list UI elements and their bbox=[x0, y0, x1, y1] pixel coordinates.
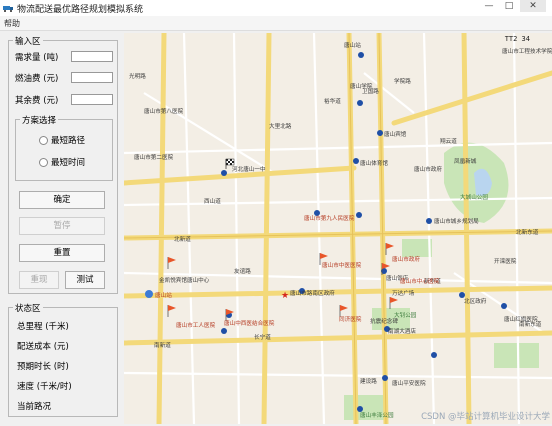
road-label: 长宁道 bbox=[254, 333, 271, 341]
place-label: 唐山市第八医院 bbox=[144, 107, 184, 115]
menu-help[interactable]: 帮助 bbox=[4, 18, 20, 29]
place-label: 抗震纪念碑 bbox=[370, 317, 398, 325]
road-label: 裕华道 bbox=[324, 97, 341, 105]
place-label: 唐山市工程技术学院 bbox=[502, 47, 552, 55]
place-label: 唐山市第九人民医院 bbox=[304, 214, 355, 222]
input-panel-title: 输入区 bbox=[13, 35, 43, 47]
road-label: 光明路 bbox=[129, 72, 146, 80]
road-label: 翔云道 bbox=[440, 137, 457, 145]
place-label: 北区政府 bbox=[464, 297, 487, 305]
map-pin[interactable] bbox=[357, 406, 363, 412]
road-label: 西山道 bbox=[204, 197, 221, 205]
map-pin[interactable] bbox=[221, 328, 227, 334]
menu-bar: 帮助 bbox=[0, 16, 552, 31]
scheme-title: 方案选择 bbox=[20, 114, 59, 126]
demand-label: 需求量 (吨) bbox=[15, 53, 59, 63]
place-label: 唐山中西医结合医院 bbox=[224, 319, 275, 327]
status-panel-title: 状态区 bbox=[13, 302, 43, 314]
map-pin[interactable] bbox=[426, 218, 432, 224]
place-label: 唐山市城乡规划局 bbox=[434, 217, 479, 225]
other-cost-label: 其余费 (元) bbox=[15, 96, 59, 106]
place-label: 唐山体育馆 bbox=[360, 159, 388, 167]
fuel-cost-input[interactable] bbox=[71, 72, 113, 83]
city-map[interactable]: 北新道 光明路 友谊路 大里北路 建设路 卫国路 西山道 南新道 新华道 长宁道… bbox=[124, 33, 552, 424]
replay-button[interactable]: 重现 bbox=[19, 271, 59, 289]
place-label: 同济医院 bbox=[339, 315, 362, 323]
place-label: 唐山市政府 bbox=[392, 255, 420, 263]
other-cost-input[interactable] bbox=[71, 94, 113, 105]
watermark: CSDN @毕站计算机毕业设计大学 bbox=[421, 412, 550, 422]
place-label: 唐山平安医院 bbox=[392, 379, 426, 387]
map-pin[interactable] bbox=[377, 130, 383, 136]
place-label: 唐山市中心医院 bbox=[400, 277, 440, 285]
confirm-button[interactable]: 确定 bbox=[19, 191, 105, 209]
place-label: 大钊公园 bbox=[394, 311, 417, 319]
scheme-group: 方案选择 最短路径 最短时间 bbox=[15, 114, 113, 181]
shortest-time-label: 最短时间 bbox=[51, 158, 86, 168]
park-area-5 bbox=[494, 343, 539, 368]
map-pin[interactable] bbox=[221, 170, 227, 176]
place-label: 唐山市中医医院 bbox=[322, 261, 362, 269]
shortest-time-radio[interactable] bbox=[39, 158, 48, 167]
road-label: 北新东道 bbox=[516, 228, 539, 236]
place-label: 唐山站 bbox=[344, 41, 361, 49]
status-traffic: 当前路况 bbox=[17, 402, 52, 412]
place-label: 唐山宾馆 bbox=[384, 130, 407, 138]
place-label: 唐山市工人医院 bbox=[176, 321, 216, 329]
reset-button[interactable]: 重置 bbox=[19, 244, 105, 262]
status-mileage: 总里程 (千米) bbox=[17, 322, 69, 332]
place-label: 唐山市政府 bbox=[414, 165, 442, 173]
place-label: 唐山丰泽公园 bbox=[360, 411, 394, 419]
place-label: 唐山红旗医院 bbox=[504, 315, 538, 323]
minimize-button[interactable]: — bbox=[480, 0, 498, 12]
status-duration: 预期时长 (时) bbox=[17, 362, 69, 372]
maximize-button[interactable]: □ bbox=[500, 0, 518, 12]
place-label: 唐山市第二医院 bbox=[134, 153, 174, 161]
test-button[interactable]: 测试 bbox=[65, 271, 105, 289]
place-label: 凤凰新城 bbox=[454, 157, 477, 165]
place-label: 唐山站 bbox=[155, 291, 172, 299]
shortest-path-label: 最短路径 bbox=[51, 136, 86, 146]
map-pin[interactable] bbox=[356, 212, 362, 218]
input-panel: 输入区 需求量 (吨) 燃油费 (元) 其余费 (元) 方案选择 最短路径 最短… bbox=[8, 35, 118, 294]
map-pin[interactable] bbox=[353, 158, 359, 164]
map-pin[interactable] bbox=[358, 52, 364, 58]
park-area-2 bbox=[402, 239, 432, 257]
place-label: 开滦医院 bbox=[494, 257, 517, 265]
road-label: 学院路 bbox=[394, 77, 411, 85]
station-icon[interactable] bbox=[145, 290, 153, 298]
status-speed: 速度 (千米/时) bbox=[17, 382, 72, 392]
place-label: 金凯悦宾馆唐山中心 bbox=[159, 276, 210, 284]
map-pin[interactable] bbox=[357, 100, 363, 106]
map-canvas: 北新道 光明路 友谊路 大里北路 建设路 卫国路 西山道 南新道 新华道 长宁道… bbox=[124, 33, 552, 424]
fuel-cost-label: 燃油费 (元) bbox=[15, 74, 59, 84]
star-icon: ★ bbox=[281, 291, 289, 301]
road-label: 大里北路 bbox=[269, 122, 292, 130]
map-zoom-readout: TT2 34 bbox=[504, 35, 530, 43]
map-pin[interactable] bbox=[431, 352, 437, 358]
pause-button[interactable]: 暂停 bbox=[19, 217, 105, 235]
app-icon bbox=[3, 6, 13, 12]
demand-input[interactable] bbox=[71, 51, 113, 62]
road-label: 友谊路 bbox=[234, 267, 251, 275]
window-title: 物流配送最优路径规划模拟系统 bbox=[17, 5, 144, 15]
road-label: 北新道 bbox=[174, 235, 191, 243]
status-cost: 配送成本 (元) bbox=[17, 342, 69, 352]
map-pin[interactable] bbox=[382, 375, 388, 381]
status-panel: 状态区 总里程 (千米) 配送成本 (元) 预期时长 (时) 速度 (千米/时)… bbox=[8, 302, 118, 417]
map-pin[interactable] bbox=[459, 292, 465, 298]
map-pin[interactable] bbox=[501, 303, 507, 309]
shortest-path-radio[interactable] bbox=[39, 136, 48, 145]
place-label: 唐山学院 bbox=[350, 82, 373, 90]
road-label: 建设路 bbox=[360, 377, 377, 385]
road-label: 南新道 bbox=[154, 341, 171, 349]
place-label: 唐山市路南区政府 bbox=[290, 289, 335, 297]
title-bar: 物流配送最优路径规划模拟系统 — □ ✕ bbox=[0, 0, 552, 17]
place-label: 万达广场 bbox=[392, 289, 415, 297]
place-label: 南湖大酒店 bbox=[388, 327, 416, 335]
place-label: 大城山公园 bbox=[460, 193, 488, 201]
place-label: 河北唐山一中 bbox=[232, 165, 266, 173]
close-button[interactable]: ✕ bbox=[520, 0, 546, 12]
